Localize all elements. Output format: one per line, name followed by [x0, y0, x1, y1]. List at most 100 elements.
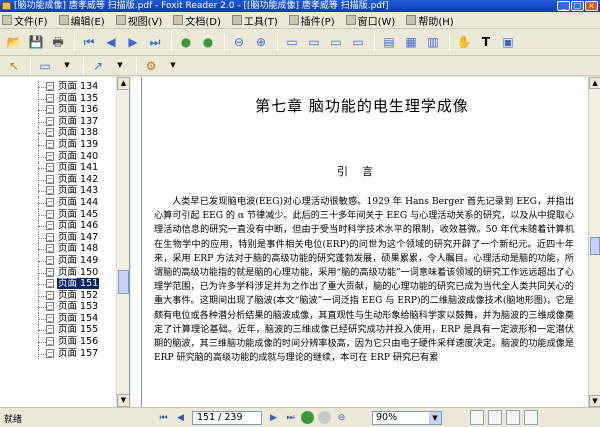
fit-visible-icon[interactable]: ▭ — [348, 32, 368, 52]
scroll-down-icon[interactable]: ▼ — [589, 395, 600, 407]
fit-page-icon[interactable]: ▭ — [304, 32, 324, 52]
open-icon[interactable]: 📂 — [4, 32, 24, 52]
menu-document[interactable]: 文档(D) — [173, 13, 221, 28]
print-icon[interactable]: 🖶 — [48, 32, 68, 52]
go-back-icon[interactable] — [301, 411, 314, 424]
arrow-tool-icon[interactable]: ↗ — [88, 56, 108, 76]
menu-tools[interactable]: 工具(T) — [231, 13, 278, 28]
page-tree-label: 页面 134 — [58, 81, 99, 92]
maximize-button[interactable]: □ — [571, 1, 584, 11]
document-scrollbar[interactable]: ▲ ▼ — [588, 77, 600, 407]
status-bar: 就绪 ⏮ ◀ 151 / 239 ▶ ⏭ ⊖ 90% ▼ — [0, 407, 600, 427]
page-tree-item[interactable]: 页面 134 — [0, 81, 116, 93]
page-tree-item[interactable]: 页面 150 — [0, 266, 116, 279]
fit-width-icon[interactable]: ▭ — [326, 32, 346, 52]
continuous-view-icon[interactable] — [488, 410, 502, 425]
scroll-up-icon[interactable]: ▲ — [589, 77, 600, 89]
page-tree-item[interactable]: 页面 138 — [0, 127, 116, 139]
page-tree-item[interactable]: 页面 145 — [0, 208, 116, 221]
first-page-icon[interactable]: ⏮ — [155, 410, 172, 425]
page-tree-label: 页面 140 — [58, 150, 99, 162]
page-tree-item[interactable]: 页面 139 — [0, 138, 116, 151]
page-icon — [46, 209, 54, 219]
scroll-up-icon[interactable]: ▲ — [117, 77, 130, 90]
scroll-down-icon[interactable]: ▼ — [117, 394, 130, 407]
tree-branch — [38, 330, 46, 332]
go-back-icon[interactable]: ● — [176, 32, 196, 52]
hand-tool-icon[interactable]: ✋ — [454, 32, 474, 52]
menu-window[interactable]: 窗口(W) — [345, 13, 395, 28]
chevron-down-icon[interactable]: ▼ — [429, 412, 441, 424]
next-page-icon[interactable]: ▶ — [265, 410, 282, 425]
save-icon[interactable]: 💾 — [26, 32, 46, 52]
facing-icon[interactable]: ▥ — [423, 32, 443, 52]
tree-branch — [38, 98, 46, 100]
facing-view-icon[interactable] — [506, 410, 520, 425]
next-page-icon[interactable]: ▶ — [123, 32, 143, 52]
zoom-out-icon[interactable]: ⊖ — [333, 410, 350, 425]
zoom-in-icon[interactable]: ⊕ — [251, 32, 271, 52]
page-tree-item[interactable]: 页面 148 — [0, 243, 116, 255]
page-body: 人类早已发现脑电波(EEG)对心理活动很敏感。1929 年 Hans Berge… — [154, 195, 574, 365]
page-tree-item[interactable]: 页面 144 — [0, 196, 116, 209]
page-tree-item[interactable]: 页面 154 — [0, 312, 116, 325]
continuous-facing-view-icon[interactable] — [524, 410, 538, 425]
minimize-button[interactable]: _ — [557, 1, 570, 11]
first-page-icon[interactable]: ⏮ — [79, 32, 99, 52]
page-tree-item[interactable]: 页面 143 — [0, 185, 116, 197]
page-tree-item[interactable]: 页面 140 — [0, 150, 116, 163]
last-page-icon[interactable]: ⏭ — [282, 410, 299, 425]
menu-view[interactable]: 视图(V) — [115, 13, 162, 28]
scroll-thumb[interactable] — [118, 270, 129, 294]
page-tree-label: 页面 136 — [58, 104, 99, 116]
zoom-select[interactable]: 90% ▼ — [372, 411, 442, 425]
last-page-icon[interactable]: ⏭ — [145, 32, 165, 52]
page-tree-item[interactable]: 页面 149 — [0, 254, 116, 267]
plugin-gear-icon[interactable]: ⚙ — [141, 56, 161, 76]
single-page-view-icon[interactable] — [470, 410, 484, 425]
tree-branch — [38, 214, 46, 216]
zoom-out-icon[interactable]: ⊖ — [229, 32, 249, 52]
page-tree-item[interactable]: 页面 155 — [0, 324, 116, 337]
page-tree-item[interactable]: 页面 135 — [0, 92, 116, 105]
page-tree-item[interactable]: 页面 137 — [0, 115, 116, 128]
page-tree-item[interactable]: 页面 146 — [0, 220, 116, 232]
annotation-box-icon[interactable]: ▭ — [35, 56, 55, 76]
page-tree-item[interactable]: 页面 156 — [0, 336, 116, 348]
prev-page-icon[interactable]: ◀ — [101, 32, 121, 52]
go-forward-icon[interactable] — [318, 411, 331, 424]
continuous-icon[interactable]: ▦ — [401, 32, 421, 52]
dropdown-arrow-icon[interactable]: ▼ — [110, 56, 130, 76]
page-tree-item[interactable]: 页面 141 — [0, 162, 116, 174]
scroll-thumb[interactable] — [590, 237, 600, 255]
page-number-input[interactable]: 151 / 239 — [192, 410, 262, 425]
tree-branch — [38, 202, 46, 204]
go-forward-icon[interactable]: ● — [198, 32, 218, 52]
prev-page-icon[interactable]: ◀ — [172, 410, 189, 425]
close-button[interactable]: × — [585, 1, 598, 11]
page-tree-item[interactable]: 页面 157 — [0, 347, 116, 360]
snapshot-icon[interactable]: ▣ — [498, 32, 518, 52]
page-icon — [46, 290, 54, 300]
page-tree-item[interactable]: 页面 147 — [0, 231, 116, 244]
menu-plugins[interactable]: 插件(P) — [288, 13, 335, 28]
title-bar: [脑功能成像] 唐孝威等 扫描版.pdf - Foxit Reader 2.0 … — [0, 0, 600, 12]
text-select-icon[interactable]: T — [476, 32, 496, 52]
page-tree-item[interactable]: 页面 142 — [0, 173, 116, 186]
page-tree-item[interactable]: 页面 153 — [0, 301, 116, 313]
single-page-icon[interactable]: ▤ — [379, 32, 399, 52]
actual-size-icon[interactable]: ▭ — [282, 32, 302, 52]
menu-edit[interactable]: 编辑(E) — [58, 13, 105, 28]
page-tree-item[interactable]: 页面 136 — [0, 104, 116, 116]
menu-help[interactable]: 帮助(H) — [406, 13, 454, 28]
dropdown-arrow-icon[interactable]: ▼ — [57, 56, 77, 76]
sidebar-scrollbar[interactable]: ▲ ▼ — [116, 77, 130, 407]
tree-branch — [38, 133, 46, 135]
menu-file[interactable]: 文件(F) — [2, 13, 48, 28]
select-arrow-icon[interactable]: ↖ — [4, 56, 24, 76]
page-tree-item[interactable]: 页面 151 — [0, 278, 116, 290]
page-tree-item[interactable]: 页面 152 — [0, 289, 116, 302]
dropdown-arrow-icon[interactable]: ▼ — [163, 56, 183, 76]
document-menu-icon — [173, 15, 184, 25]
document-view[interactable]: 第七章 脑功能的电生理学成像 引言 人类早已发现脑电波(EEG)对心理活动很敏感… — [131, 77, 588, 407]
